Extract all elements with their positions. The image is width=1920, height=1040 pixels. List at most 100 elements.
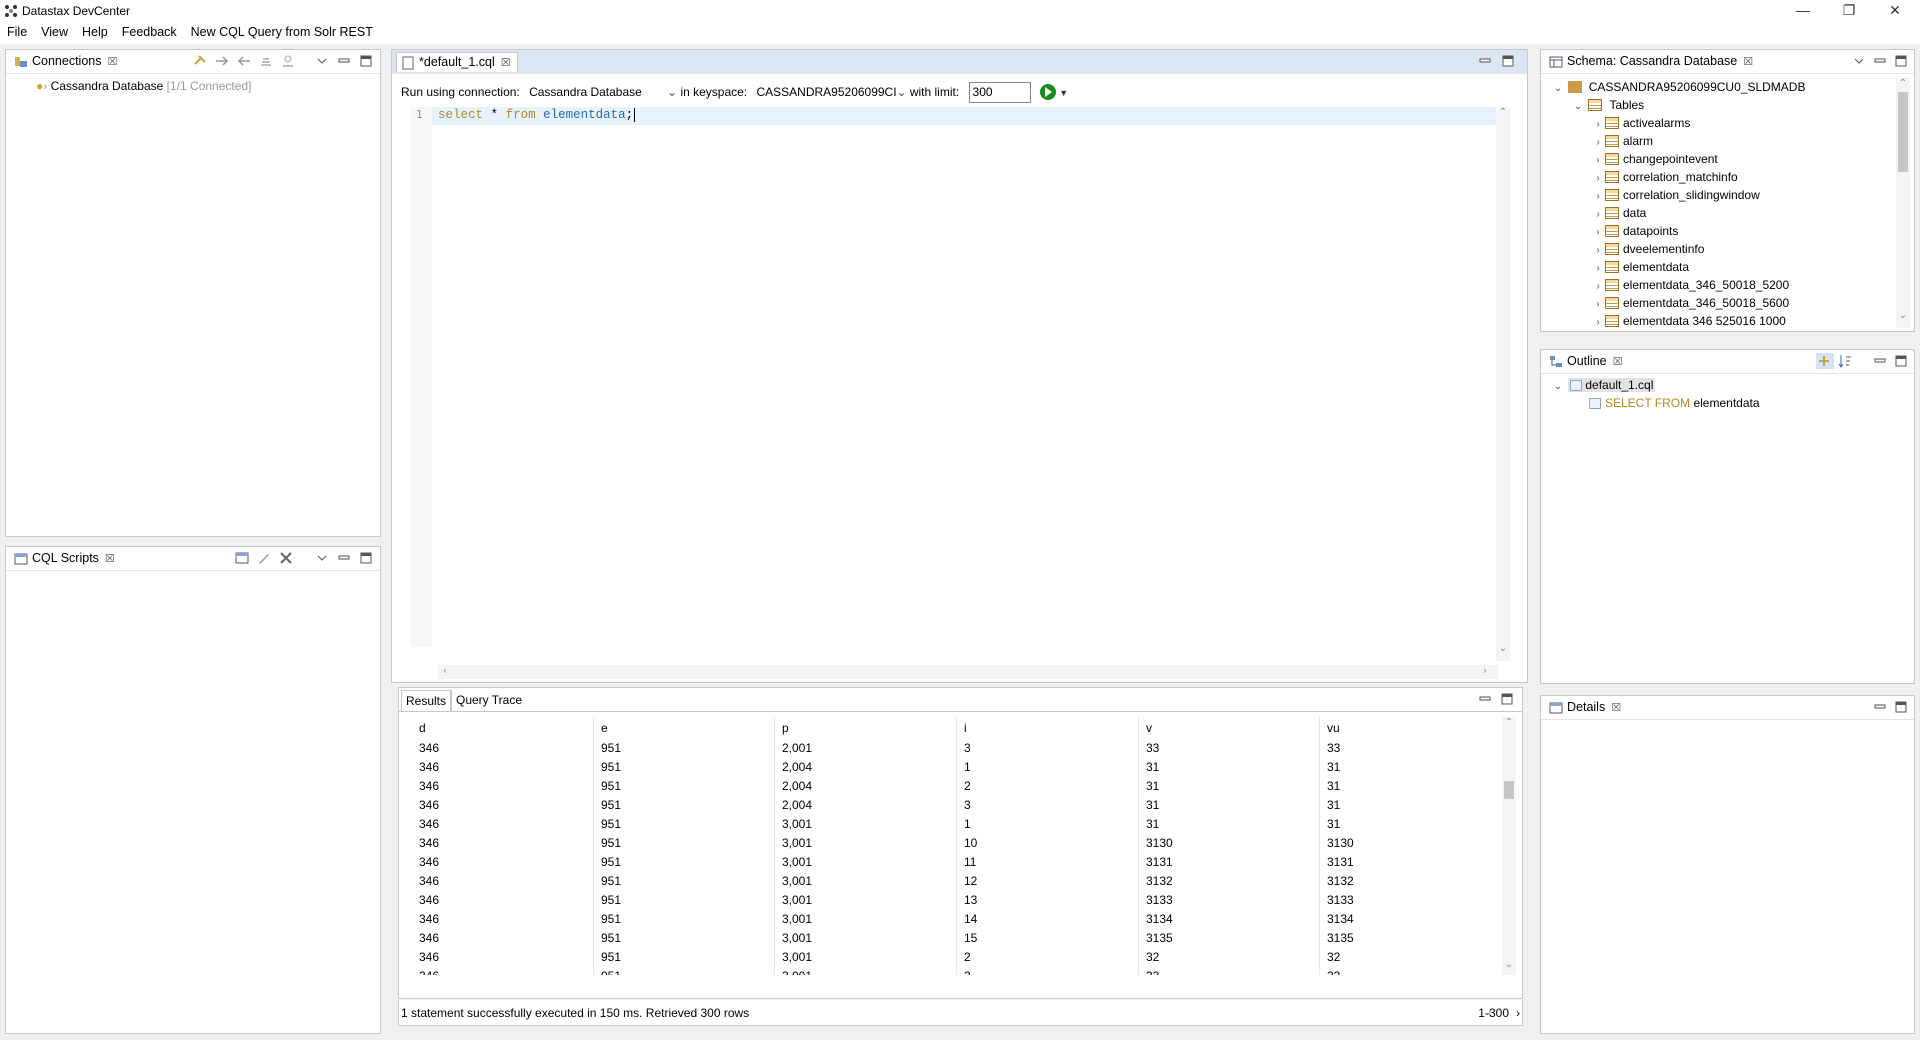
table-row[interactable]: 346 951 2,004 3 31 31 bbox=[399, 796, 1502, 815]
connection-item[interactable]: ●› Cassandra Database [1/1 Connected] bbox=[36, 77, 251, 95]
column-header-vu[interactable]: vu bbox=[1327, 717, 1340, 739]
table-node[interactable]: › changepointevent bbox=[1591, 150, 1717, 168]
keyspace-node[interactable]: ⌄ CASSANDRA95206099CU0_SLDMADB bbox=[1551, 78, 1806, 96]
scroll-up-icon[interactable]: ⌃ bbox=[1502, 717, 1516, 728]
close-icon[interactable]: ☒ bbox=[1611, 701, 1621, 714]
column-header-e[interactable]: e bbox=[601, 717, 608, 739]
tab-outline[interactable]: Outline ☒ bbox=[1545, 352, 1628, 372]
minimize-window-button[interactable]: — bbox=[1780, 0, 1826, 22]
close-icon[interactable]: ☒ bbox=[1743, 55, 1753, 68]
editor-vertical-scrollbar[interactable]: ⌃ ⌄ bbox=[1496, 107, 1510, 661]
table-node[interactable]: › datapoints bbox=[1591, 222, 1678, 240]
table-node[interactable]: › alarm bbox=[1591, 132, 1653, 150]
table-node[interactable]: › activealarms bbox=[1591, 114, 1690, 132]
editor-horizontal-scrollbar[interactable]: ‹ › bbox=[438, 665, 1498, 679]
table-node[interactable]: › data bbox=[1591, 204, 1646, 222]
execute-dropdown-icon[interactable]: ▼ bbox=[1059, 88, 1068, 98]
table-row[interactable]: 3469513,00133333 bbox=[399, 967, 1502, 975]
scroll-thumb[interactable] bbox=[1898, 92, 1908, 172]
scroll-down-icon[interactable]: ⌄ bbox=[1896, 310, 1910, 321]
limit-input[interactable] bbox=[968, 81, 1031, 103]
menu-view[interactable]: View bbox=[34, 22, 75, 39]
results-vertical-scrollbar[interactable]: ⌃ ⌄ bbox=[1502, 717, 1516, 975]
table-row[interactable]: 346 951 3,001 2 32 32 bbox=[399, 948, 1502, 967]
table-node[interactable]: › elementdata_346_50018_5600 bbox=[1591, 294, 1789, 312]
maximize-icon[interactable] bbox=[1893, 53, 1911, 69]
scroll-up-icon[interactable]: ⌃ bbox=[1496, 107, 1510, 118]
execute-icon[interactable] bbox=[1039, 84, 1056, 100]
page-next-icon[interactable]: › bbox=[1516, 1000, 1520, 1026]
chevron-right-icon[interactable]: › bbox=[1591, 314, 1605, 328]
table-node[interactable]: › elementdata bbox=[1591, 258, 1689, 276]
table-row[interactable]: 346 951 2,004 1 31 31 bbox=[399, 758, 1502, 777]
column-header-d[interactable]: d bbox=[419, 717, 426, 739]
remove-connection-icon[interactable] bbox=[280, 53, 298, 69]
view-menu-icon[interactable] bbox=[314, 53, 332, 69]
menu-feedback[interactable]: Feedback bbox=[115, 22, 184, 39]
edit-script-icon[interactable] bbox=[256, 550, 274, 566]
schema-tree[interactable]: ⌄ CASSANDRA95206099CU0_SLDMADB ⌄ Tables … bbox=[1541, 78, 1896, 328]
connection-select[interactable]: Cassandra Database ⌄ bbox=[529, 80, 677, 104]
table-row[interactable]: 346 951 3,001 14 3134 3134 bbox=[399, 910, 1502, 929]
scroll-up-icon[interactable]: ⌃ bbox=[1896, 78, 1910, 89]
minimize-icon[interactable] bbox=[1477, 53, 1495, 69]
minimize-icon[interactable] bbox=[1872, 699, 1890, 715]
close-icon[interactable]: ☒ bbox=[105, 552, 115, 565]
tab-default-cql[interactable]: *default_1.cql ☒ bbox=[396, 52, 518, 72]
restore-window-button[interactable]: ❐ bbox=[1826, 0, 1872, 22]
menu-file[interactable]: File bbox=[0, 22, 34, 39]
delete-script-icon[interactable] bbox=[278, 550, 296, 566]
tables-node[interactable]: ⌄ Tables bbox=[1571, 96, 1644, 114]
table-node[interactable]: › dveelementinfo bbox=[1591, 240, 1704, 258]
maximize-icon[interactable] bbox=[1499, 691, 1517, 707]
table-row[interactable]: 346 951 3,001 11 3131 3131 bbox=[399, 853, 1502, 872]
table-row[interactable]: 346 951 3,001 12 3132 3132 bbox=[399, 872, 1502, 891]
edit-connection-icon[interactable] bbox=[258, 53, 276, 69]
maximize-icon[interactable] bbox=[1893, 699, 1911, 715]
results-table[interactable]: d e p i v vu 346 951 2,001 3 33 33 346 951 2,004 1 31 31 3… bbox=[399, 717, 1502, 975]
minimize-icon[interactable] bbox=[336, 53, 354, 69]
table-row[interactable]: 346 951 2,004 2 31 31 bbox=[399, 777, 1502, 796]
disconnect-icon[interactable] bbox=[236, 53, 254, 69]
table-node[interactable]: › correlation_matchinfo bbox=[1591, 168, 1737, 186]
table-node[interactable]: › elementdata 346 525016 1000 bbox=[1591, 312, 1785, 328]
keyspace-select[interactable]: CASSANDRA95206099CI ⌄ bbox=[756, 80, 907, 104]
column-header-p[interactable]: p bbox=[782, 717, 789, 739]
tab-schema[interactable]: Schema: Cassandra Database ☒ bbox=[1545, 52, 1759, 72]
new-connection-icon[interactable] bbox=[192, 53, 210, 69]
maximize-icon[interactable] bbox=[1893, 353, 1911, 369]
view-menu-icon[interactable] bbox=[314, 550, 332, 566]
tab-results[interactable]: Results bbox=[401, 690, 452, 711]
table-node[interactable]: › elementdata_346_50018_5200 bbox=[1591, 276, 1789, 294]
column-header-v[interactable]: v bbox=[1146, 717, 1152, 739]
maximize-icon[interactable] bbox=[358, 550, 376, 566]
minimize-icon[interactable] bbox=[336, 550, 354, 566]
table-row[interactable]: 346 951 3,001 1 31 31 bbox=[399, 815, 1502, 834]
close-icon[interactable]: ☒ bbox=[108, 55, 118, 68]
tab-cql-scripts[interactable]: CQL Scripts ☒ bbox=[10, 549, 121, 569]
tab-connections[interactable]: Connections ☒ bbox=[10, 52, 123, 72]
minimize-icon[interactable] bbox=[1872, 53, 1890, 69]
close-icon[interactable]: ☒ bbox=[1613, 355, 1623, 368]
close-window-button[interactable]: ✕ bbox=[1872, 0, 1918, 22]
scroll-down-icon[interactable]: ⌄ bbox=[1496, 643, 1510, 654]
scroll-right-icon[interactable]: › bbox=[1478, 665, 1492, 676]
table-row[interactable]: 346 951 3,001 13 3133 3133 bbox=[399, 891, 1502, 910]
code-editor[interactable]: 1 select * from elementdata; bbox=[410, 107, 1505, 647]
view-menu-icon[interactable] bbox=[1851, 53, 1869, 69]
outline-statement-node[interactable]: SELECT FROM elementdata bbox=[1589, 394, 1760, 412]
schema-vertical-scrollbar[interactable]: ⌃ ⌄ bbox=[1896, 78, 1910, 328]
table-row[interactable]: 346 951 3,001 10 3130 3130 bbox=[399, 834, 1502, 853]
minimize-icon[interactable] bbox=[1477, 691, 1495, 707]
tab-details[interactable]: Details ☒ bbox=[1545, 698, 1627, 718]
tab-query-trace[interactable]: Query Trace bbox=[451, 690, 526, 711]
menu-help[interactable]: Help bbox=[75, 22, 115, 39]
menu-new-cql-query[interactable]: New CQL Query from Solr REST bbox=[184, 22, 380, 39]
sort-icon[interactable] bbox=[1837, 353, 1855, 369]
table-node[interactable]: › correlation_slidingwindow bbox=[1591, 186, 1759, 204]
column-header-i[interactable]: i bbox=[964, 717, 967, 739]
maximize-icon[interactable] bbox=[358, 53, 376, 69]
open-script-icon[interactable] bbox=[234, 550, 252, 566]
table-row[interactable]: 346 951 3,001 15 3135 3135 bbox=[399, 929, 1502, 948]
maximize-icon[interactable] bbox=[1500, 53, 1518, 69]
